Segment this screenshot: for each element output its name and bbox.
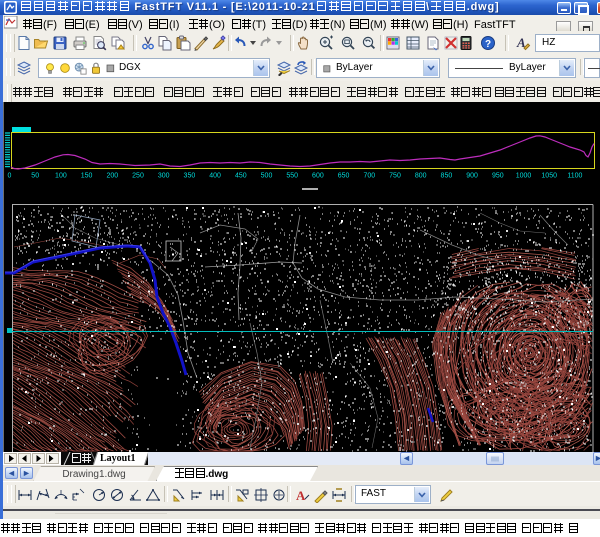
svg-text:750: 750: [389, 173, 401, 180]
svg-text:300: 300: [158, 173, 170, 180]
svg-text:50: 50: [31, 173, 39, 180]
svg-text:900: 900: [466, 173, 478, 180]
svg-text:550: 550: [286, 173, 298, 180]
svg-text:800: 800: [415, 173, 427, 180]
svg-text:500: 500: [261, 173, 273, 180]
svg-text:450: 450: [235, 173, 247, 180]
svg-text:200: 200: [106, 173, 118, 180]
svg-text:?: ?: [485, 39, 491, 50]
svg-text:700: 700: [363, 173, 375, 180]
svg-text:350: 350: [184, 173, 196, 180]
svg-text:1100: 1100: [567, 173, 582, 180]
svg-text:1000: 1000: [516, 173, 532, 180]
svg-text:950: 950: [492, 173, 504, 180]
svg-text:1050: 1050: [541, 173, 557, 180]
svg-text:850: 850: [441, 173, 453, 180]
svg-text:400: 400: [209, 173, 221, 180]
svg-text:0: 0: [8, 173, 12, 180]
svg-text:650: 650: [338, 173, 350, 180]
svg-text:A: A: [296, 488, 306, 503]
svg-text:100: 100: [55, 173, 67, 180]
svg-text:250: 250: [132, 173, 144, 180]
svg-text:150: 150: [81, 173, 93, 180]
svg-text:600: 600: [312, 173, 324, 180]
